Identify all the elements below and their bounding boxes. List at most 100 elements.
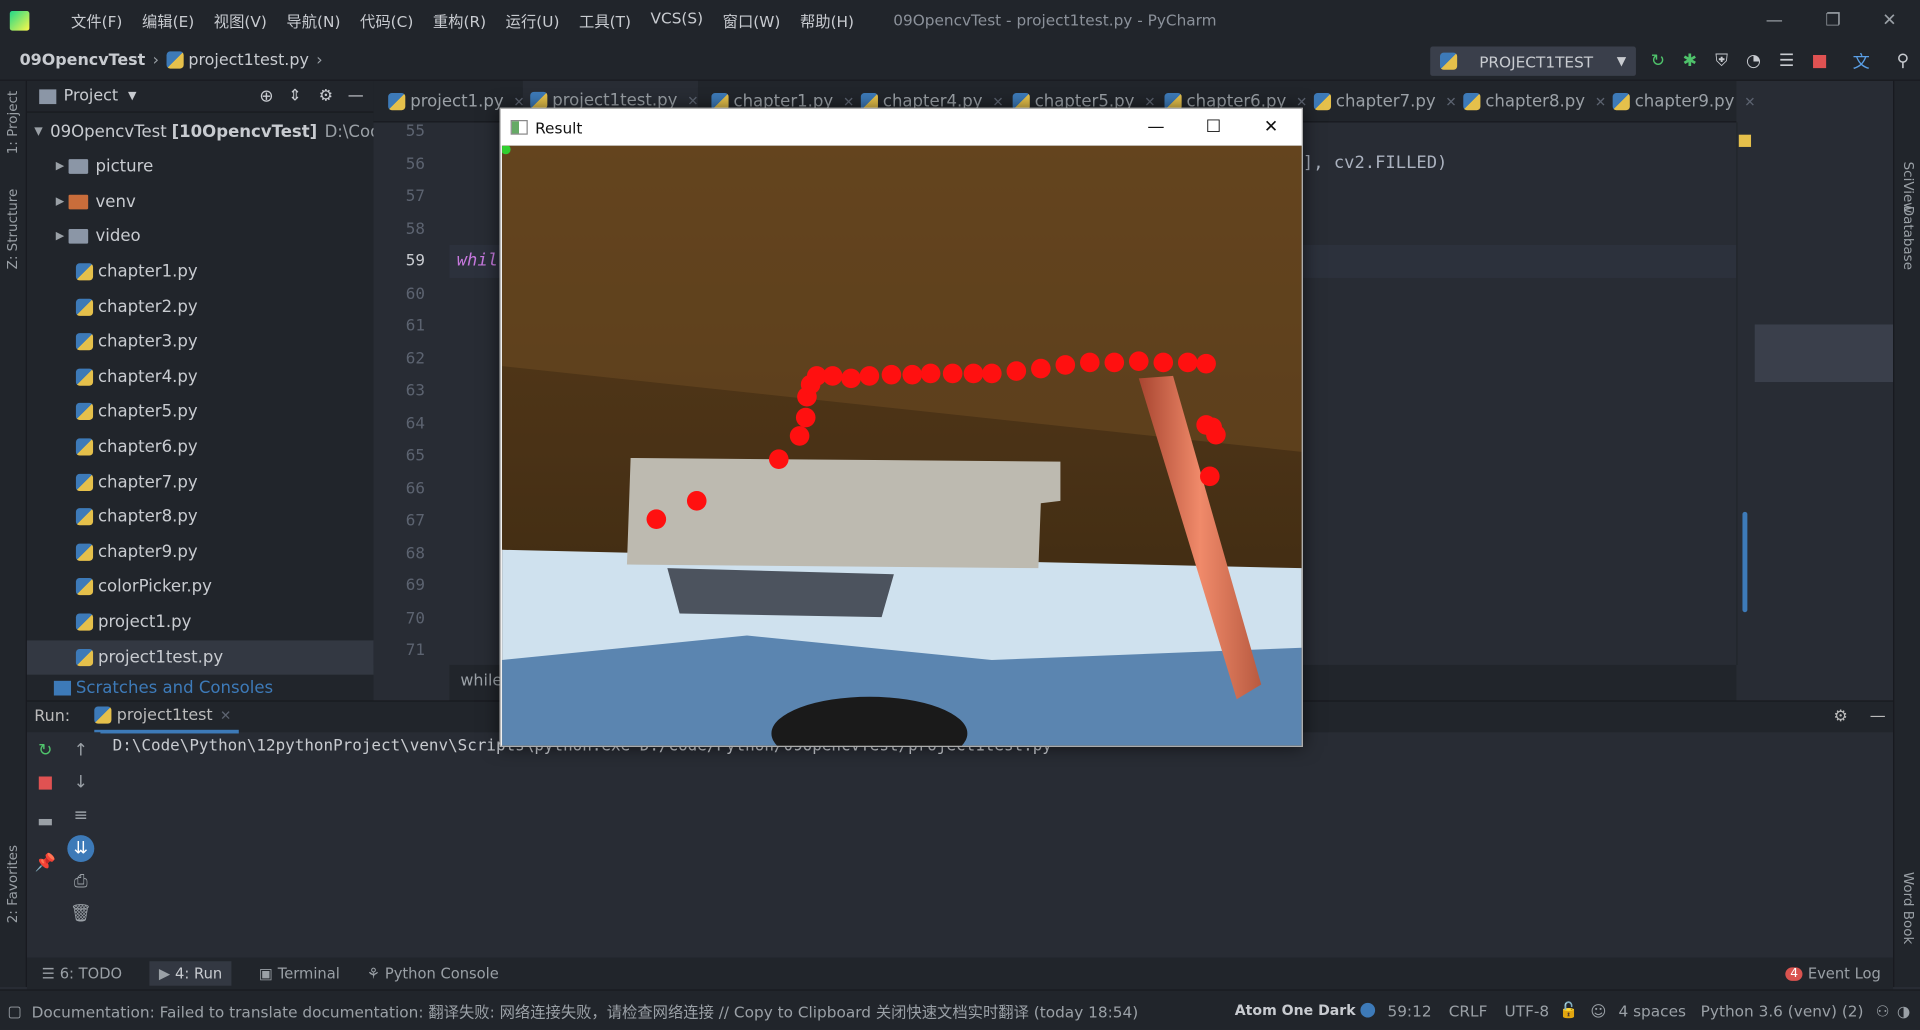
tree-file[interactable]: chapter1.py: [27, 255, 374, 289]
stop-icon[interactable]: ■: [1809, 50, 1831, 72]
rerun-icon[interactable]: ↻: [1647, 50, 1669, 72]
run-concurrency-icon[interactable]: ☰: [1776, 50, 1798, 72]
gear-icon[interactable]: ⚙: [319, 87, 333, 105]
menu-item[interactable]: 工具(T): [579, 9, 631, 32]
menu-item[interactable]: 导航(N): [286, 9, 340, 32]
inspector-icon[interactable]: ☺: [1590, 1001, 1606, 1019]
tree-folder[interactable]: ▶ venv: [27, 184, 374, 218]
todo-tool[interactable]: ☰ 6: TODO: [42, 965, 122, 982]
chevron-down-icon[interactable]: ▼: [34, 126, 42, 138]
minimap-viewport[interactable]: [1754, 324, 1895, 383]
line-separator[interactable]: CRLF: [1449, 1001, 1488, 1019]
tree-file[interactable]: chapter5.py: [27, 395, 374, 429]
chevron-right-icon[interactable]: ▶: [51, 160, 68, 172]
arrow-down-icon[interactable]: ↓: [67, 769, 94, 796]
scratches-node[interactable]: Scratches and Consoles: [27, 676, 374, 700]
chevron-right-icon[interactable]: ▶: [51, 195, 68, 207]
tree-file[interactable]: chapter7.py: [27, 465, 374, 499]
tree-file[interactable]: project1test.py: [26, 639, 374, 675]
status-message[interactable]: Documentation: Failed to translate docum…: [32, 999, 1139, 1022]
tree-file[interactable]: chapter2.py: [27, 290, 374, 324]
hide-icon[interactable]: —: [1870, 708, 1886, 726]
coverage-icon[interactable]: ⛨: [1711, 50, 1733, 72]
breadcrumb-file[interactable]: project1test.py: [188, 51, 309, 69]
editor-tab[interactable]: chapter7.py ✕: [1307, 81, 1457, 123]
lock-icon[interactable]: 🔓: [1559, 1000, 1578, 1020]
collapse-icon[interactable]: ⇕: [288, 87, 301, 105]
arrow-up-icon[interactable]: ↑: [67, 737, 94, 764]
minimize-icon[interactable]: —: [1128, 109, 1184, 146]
minimap[interactable]: [1736, 122, 1898, 665]
close-tab-icon[interactable]: ✕: [687, 92, 698, 108]
restore-icon[interactable]: ❐: [1805, 0, 1861, 40]
menu-item[interactable]: 帮助(H): [800, 9, 854, 32]
theme-label[interactable]: Atom One Dark: [1235, 1002, 1356, 1019]
editor-tab[interactable]: chapter9.py ✕: [1605, 81, 1755, 123]
result-window[interactable]: Result — ☐ ✕: [499, 107, 1303, 747]
tree-root[interactable]: ▼ 09OpencvTest [10OpencvTest] D:\Code\: [27, 115, 396, 149]
run-tab[interactable]: project1test ✕: [94, 701, 239, 733]
tree-file[interactable]: colorPicker.py: [27, 570, 374, 604]
tree-folder[interactable]: ▶ picture: [27, 149, 374, 183]
tool-word-book[interactable]: Word Book: [1900, 872, 1916, 944]
pin-icon[interactable]: 📌: [32, 850, 59, 877]
tool-structure[interactable]: Z: Structure: [5, 189, 21, 270]
close-tab-icon[interactable]: ✕: [220, 707, 231, 723]
tree-file[interactable]: chapter9.py: [27, 535, 374, 569]
event-log-tool[interactable]: 4 Event Log: [1785, 965, 1881, 982]
tree-folder[interactable]: ▶ video: [27, 219, 374, 253]
breadcrumb-project[interactable]: 09OpencvTest: [20, 51, 146, 69]
close-icon[interactable]: ✕: [1861, 0, 1917, 40]
tool-project[interactable]: 1: Project: [5, 91, 21, 154]
menu-item[interactable]: 窗口(W): [723, 9, 781, 32]
soft-wrap-icon[interactable]: ≡: [67, 802, 94, 829]
project-panel-title[interactable]: Project: [64, 87, 118, 105]
menu-item[interactable]: 编辑(E): [142, 9, 194, 32]
rerun-icon[interactable]: ↻: [32, 737, 59, 764]
scroll-to-end-icon[interactable]: ⇊: [67, 835, 95, 863]
tree-file[interactable]: chapter3.py: [27, 325, 374, 359]
debug-icon[interactable]: ✱: [1679, 50, 1701, 72]
interpreter[interactable]: Python 3.6 (venv) (2): [1701, 1001, 1864, 1019]
close-tab-icon[interactable]: ✕: [1744, 94, 1755, 110]
menu-item[interactable]: 代码(C): [360, 9, 413, 32]
profile-icon[interactable]: ◔: [1742, 50, 1764, 72]
scrollbar-thumb[interactable]: [1742, 511, 1748, 613]
search-icon[interactable]: ⚲: [1892, 50, 1914, 72]
tree-file[interactable]: project1.py: [27, 605, 374, 639]
tree-file[interactable]: chapter8.py: [27, 500, 374, 534]
locate-icon[interactable]: ⊕: [259, 86, 273, 106]
print-icon[interactable]: ⎙: [67, 868, 94, 895]
menu-item[interactable]: VCS(S): [651, 9, 704, 32]
run-config-select[interactable]: PROJECT1TEST ▼: [1430, 46, 1636, 76]
chevron-right-icon[interactable]: ▶: [51, 230, 68, 242]
maximize-icon[interactable]: ☐: [1185, 109, 1241, 146]
hide-icon[interactable]: —: [348, 87, 364, 105]
translate-icon[interactable]: 文: [1850, 50, 1872, 73]
run-tool[interactable]: ▶ 4: Run: [149, 961, 233, 986]
terminal-tool[interactable]: ▣ Terminal: [259, 965, 340, 982]
caret-position[interactable]: 59:12: [1387, 1001, 1431, 1019]
tree-file[interactable]: chapter4.py: [27, 360, 374, 394]
tool-favorites[interactable]: 2: Favorites: [5, 845, 21, 923]
chevron-down-icon[interactable]: ▼: [128, 90, 136, 102]
python-console-tool[interactable]: ⚘ Python Console: [367, 965, 499, 982]
editor-tab[interactable]: chapter8.py ✕: [1456, 81, 1606, 123]
encoding[interactable]: UTF-8: [1505, 1001, 1550, 1019]
toggle-panels-icon[interactable]: ▢: [7, 1001, 21, 1019]
menu-item[interactable]: 运行(U): [506, 9, 560, 32]
notifications-icon[interactable]: ◑: [1897, 1001, 1910, 1019]
tree-file[interactable]: chapter6.py: [27, 430, 374, 464]
minimize-icon[interactable]: —: [1746, 0, 1802, 40]
menu-item[interactable]: 文件(F): [71, 9, 122, 32]
tool-database[interactable]: Database: [1900, 206, 1916, 270]
close-icon[interactable]: ✕: [1243, 109, 1299, 146]
trash-icon[interactable]: 🗑: [67, 900, 94, 927]
menu-item[interactable]: 视图(V): [214, 9, 267, 32]
gear-icon[interactable]: ⚙: [1833, 708, 1847, 726]
memory-icon[interactable]: ⚇: [1876, 1001, 1890, 1019]
menu-item[interactable]: 重构(R): [433, 9, 486, 32]
stop-icon[interactable]: ■: [32, 769, 59, 796]
layout-icon[interactable]: ▬: [32, 808, 59, 835]
indent-setting[interactable]: 4 spaces: [1618, 1001, 1685, 1019]
